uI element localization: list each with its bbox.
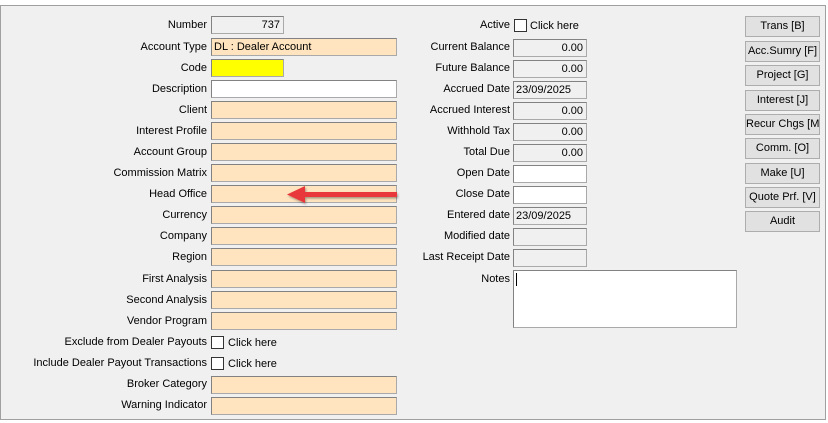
quote-prf-button[interactable]: Quote Prf. [V] [745,187,820,208]
notes-label: Notes [481,273,510,285]
code-label: Code [180,62,207,74]
current-balance-field[interactable]: 0.00 [513,39,587,57]
last-receipt-date-label: Last Receipt Date [422,251,510,263]
accrued-date-field[interactable]: 23/09/2025 [513,81,587,99]
future-balance-field[interactable]: 0.00 [513,60,587,78]
acc-summary-button[interactable]: Acc.Sumry [F] [745,41,820,62]
description-label: Description [151,83,207,95]
entered-date-field[interactable]: 23/09/2025 [513,207,587,225]
close-date-label: Close Date [455,188,510,200]
company-label: Company [159,230,207,242]
vendor-program-label: Vendor Program [126,315,207,327]
broker-category-field[interactable] [211,376,397,394]
currency-label: Currency [162,209,207,221]
entered-date-label: Entered date [447,209,510,221]
future-balance-label: Future Balance [435,62,510,74]
include-payout-tx-label: Include Dealer Payout Transactions [33,357,207,369]
account-group-label: Account Group [133,146,207,158]
head-office-label: Head Office [149,188,207,200]
open-date-field[interactable] [513,165,587,183]
trans-button[interactable]: Trans [B] [745,16,820,37]
commission-matrix-field[interactable] [211,164,397,182]
exclude-payouts-check-label[interactable]: Click here [228,334,277,352]
open-date-label: Open Date [456,167,510,179]
total-due-label: Total Due [463,146,510,158]
comm-button[interactable]: Comm. [O] [745,138,820,159]
commission-matrix-label: Commission Matrix [113,167,207,179]
account-form-window: Number 737 Account Type DL : Dealer Acco… [0,0,828,423]
region-field[interactable] [211,248,397,266]
client-field[interactable] [211,101,397,119]
warning-indicator-label: Warning Indicator [121,399,207,411]
modified-date-field[interactable] [513,228,587,246]
last-receipt-date-field[interactable] [513,249,587,267]
first-analysis-label: First Analysis [142,273,207,285]
broker-category-label: Broker Category [126,378,207,390]
interest-profile-field[interactable] [211,122,397,140]
arrow-left-icon [287,186,397,203]
project-button[interactable]: Project [G] [745,65,820,86]
exclude-payouts-label: Exclude from Dealer Payouts [64,336,207,348]
notes-textarea[interactable] [513,270,737,328]
interest-button[interactable]: Interest [J] [745,90,820,111]
account-type-label: Account Type [140,41,207,53]
description-field[interactable] [211,80,397,98]
second-analysis-label: Second Analysis [126,294,207,306]
client-label: Client [178,104,207,116]
text-caret [516,273,517,286]
vendor-program-field[interactable] [211,312,397,330]
code-field[interactable] [211,59,284,77]
total-due-field[interactable]: 0.00 [513,144,587,162]
active-label: Active [480,19,510,31]
active-check-label[interactable]: Click here [530,17,579,35]
make-button[interactable]: Make [U] [745,163,820,184]
interest-profile-label: Interest Profile [136,125,207,137]
accrued-interest-label: Accrued Interest [429,104,510,116]
region-label: Region [172,251,207,263]
close-date-field[interactable] [513,186,587,204]
active-checkbox[interactable] [514,19,527,32]
recur-chgs-button[interactable]: Recur Chgs [M] [745,114,820,135]
account-group-field[interactable] [211,143,397,161]
accrued-date-label: Accrued Date [443,83,510,95]
first-analysis-field[interactable] [211,270,397,288]
account-type-field[interactable]: DL : Dealer Account [211,38,397,56]
number-field[interactable]: 737 [211,16,284,34]
audit-button[interactable]: Audit [745,211,820,232]
second-analysis-field[interactable] [211,291,397,309]
accrued-interest-field[interactable]: 0.00 [513,102,587,120]
include-payout-tx-check-label[interactable]: Click here [228,355,277,373]
company-field[interactable] [211,227,397,245]
exclude-payouts-checkbox[interactable] [211,336,224,349]
withhold-tax-label: Withhold Tax [447,125,510,137]
modified-date-label: Modified date [443,230,510,242]
include-payout-tx-checkbox[interactable] [211,357,224,370]
warning-indicator-field[interactable] [211,397,397,415]
withhold-tax-field[interactable]: 0.00 [513,123,587,141]
number-label: Number [167,19,207,31]
current-balance-label: Current Balance [430,41,511,53]
currency-field[interactable] [211,206,397,224]
